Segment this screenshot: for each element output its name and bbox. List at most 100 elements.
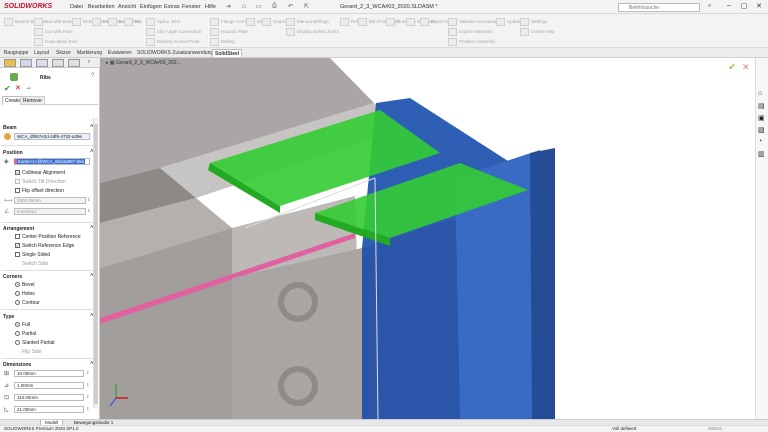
assembly-icon: ▸ ▦	[106, 60, 117, 66]
ribbon-button-icon	[406, 18, 415, 26]
ribbon-button[interactable]: Bolting	[221, 39, 235, 44]
tab-remove[interactable]: Remove	[20, 96, 45, 105]
dimxpert-icon[interactable]	[52, 59, 64, 67]
ok-check-icon[interactable]: ✔	[4, 84, 11, 93]
ribbon-button[interactable]: Import Assembly	[459, 29, 492, 34]
angle-spinner-icon[interactable]: ⇕	[87, 208, 90, 213]
property-manager-icon[interactable]	[20, 59, 32, 67]
pin-icon[interactable]: ➔	[226, 3, 231, 10]
graphics-area[interactable]: ▸ ▦ Gerard_2_3_WCA#03_202... ✔ ✕	[100, 58, 755, 419]
maximize-button[interactable]: ▢	[737, 2, 751, 12]
thickness-icon: ⊞	[4, 371, 10, 377]
ribbon-button[interactable]: Bearing Gusset Plate	[157, 39, 200, 44]
menu-datei[interactable]: Datei	[70, 4, 83, 10]
feature-tree-item[interactable]: ▸ ▦ Gerard_2_3_WCA#03_202...	[106, 60, 181, 66]
dimension-spinner-1-icon[interactable]: ⇕	[86, 370, 89, 375]
panel-tabs: ›	[0, 58, 100, 68]
ribbon-button[interactable]: Haunch Plate	[221, 29, 248, 34]
expand-arrow-icon[interactable]: ›	[88, 59, 90, 65]
confirmation-corner-cancel-icon[interactable]: ✕	[742, 62, 750, 73]
position-edge-field[interactable]: Kante<1>@WCA_6bd4a897-b5e	[14, 158, 90, 165]
single-sided-checkbox[interactable]	[15, 252, 20, 257]
feature-manager-icon[interactable]	[4, 59, 16, 67]
beam-selection-icon	[4, 133, 11, 140]
ribbon-button[interactable]: Manual Bellings	[297, 19, 329, 24]
tree-item-label: Gerard_2_3_WCA#03_202...	[116, 60, 181, 66]
new-document-icon[interactable]: ▭	[256, 3, 262, 10]
confirmation-corner-ok-icon[interactable]: ✔	[728, 62, 736, 73]
flip-offset-checkbox[interactable]	[15, 188, 20, 193]
display-manager-icon[interactable]	[68, 59, 80, 67]
collinear-alignment-checkbox[interactable]: ✓	[15, 170, 20, 175]
contour-radio[interactable]	[15, 300, 20, 305]
ribbon-button[interactable]: Cope Bead End	[45, 39, 77, 44]
custom-properties-icon[interactable]: ▥	[758, 150, 765, 158]
home-icon[interactable]: ⌂	[242, 3, 246, 10]
configuration-manager-icon[interactable]	[36, 59, 48, 67]
dimension-field-3[interactable]: 110.00mm	[14, 394, 84, 401]
angle-field[interactable]: 0.00Grad	[14, 208, 86, 215]
select-icon[interactable]: ⇱	[304, 3, 309, 10]
menu-einfuegen[interactable]: Einfügen	[140, 4, 162, 10]
ribbon-button[interactable]: Splice Joint	[157, 19, 180, 24]
home-pane-icon[interactable]: ⌂	[758, 90, 762, 97]
slanted-partial-radio[interactable]	[15, 340, 20, 345]
undo-icon[interactable]: ↶	[288, 3, 293, 10]
ribbon-button[interactable]: Display Bolted Joints	[297, 29, 339, 34]
cancel-x-icon[interactable]: ✕	[15, 84, 21, 92]
dimension-spinner-3-icon[interactable]: ⇕	[86, 394, 89, 399]
ribbon-button[interactable]: Rib	[135, 19, 142, 24]
view-palette-icon[interactable]: ▧	[758, 126, 765, 134]
bevel-radio[interactable]	[15, 282, 20, 287]
detailed-preview-icon[interactable]: ⇾	[26, 85, 31, 92]
ribbon-button[interactable]: Clip Angle Connection	[157, 29, 201, 34]
help-icon[interactable]: ?	[91, 73, 94, 79]
dimension-spinner-2-icon[interactable]: ⇕	[86, 382, 89, 387]
dimension-field-1[interactable]: 10.00mm	[14, 370, 84, 377]
appearances-icon[interactable]: ◔	[758, 138, 762, 145]
tab-layout[interactable]: Layout	[32, 49, 51, 57]
offset-field[interactable]: 2500.00mm	[14, 197, 86, 204]
tab-solidsteel[interactable]: SolidSteel	[212, 49, 243, 57]
holes-radio[interactable]	[15, 291, 20, 296]
offset-spinner-icon[interactable]: ⇕	[87, 197, 90, 202]
menu-fenster[interactable]: Fenster	[182, 4, 201, 10]
panel-scrollbar[interactable]	[93, 118, 98, 408]
command-search-field[interactable]: Befehlssuche	[618, 3, 700, 12]
dimension-spinner-4-icon[interactable]: ⇕	[86, 406, 89, 411]
menu-ansicht[interactable]: Ansicht	[118, 4, 136, 10]
full-radio[interactable]	[15, 322, 20, 327]
beam-selection-field[interactable]: WCA_df067e2d-2df6-4732-a39e	[14, 133, 90, 140]
flip-side-label: Flip Side	[22, 349, 42, 355]
ribbon-button[interactable]: Validate Annotation	[459, 19, 497, 24]
unit-system[interactable]: MMGS	[708, 426, 722, 431]
minimize-button[interactable]: –	[722, 2, 736, 12]
ribbon-button[interactable]: Cut with Face	[45, 29, 73, 34]
ribbon-button[interactable]: Online Help	[531, 29, 555, 34]
ribbon-button-icon	[448, 38, 457, 46]
dimension-field-4[interactable]: 21.00mm	[14, 406, 84, 413]
ribbon-button[interactable]: Settings	[531, 19, 547, 24]
dimension-field-2[interactable]: 1.00mm	[14, 382, 84, 389]
search-icon[interactable]: ⌕	[708, 3, 711, 10]
print-icon[interactable]: ⎙	[272, 3, 277, 10]
tab-markierung[interactable]: Markierung	[75, 49, 104, 57]
ribbon-button[interactable]: Cut with Beam	[45, 19, 74, 24]
close-button[interactable]: ✕	[752, 2, 766, 12]
menu-bearbeiten[interactable]: Bearbeiten	[88, 4, 115, 10]
tab-evaluieren[interactable]: Evaluieren	[106, 49, 134, 57]
ribbon-button[interactable]: Position Assembly	[459, 39, 496, 44]
tab-skizze[interactable]: Skizze	[54, 49, 73, 57]
tab-baugruppe[interactable]: Baugruppe	[2, 49, 30, 57]
dimension-value-3: 110.00mm	[17, 395, 38, 400]
switch-reference-edge-checkbox[interactable]: ✓	[15, 243, 20, 248]
center-position-checkbox[interactable]	[15, 234, 20, 239]
file-explorer-icon[interactable]: ▣	[758, 114, 765, 122]
partial-radio[interactable]	[15, 331, 20, 336]
menu-extras[interactable]: Extras	[164, 4, 180, 10]
design-library-icon[interactable]: ▤	[758, 102, 765, 110]
menu-hilfe[interactable]: Hilfe	[205, 4, 216, 10]
bevel-label: Bevel	[22, 282, 35, 288]
panel-title: Ribs	[40, 75, 51, 81]
tab-zusatzanwendungen[interactable]: SOLIDWORKS Zusatzanwendungen	[135, 49, 221, 57]
